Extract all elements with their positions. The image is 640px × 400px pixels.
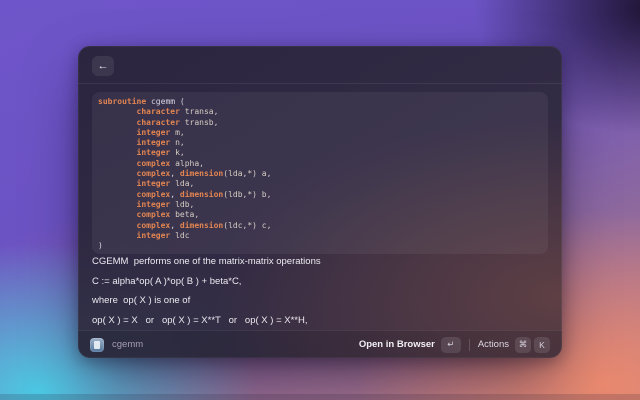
back-arrow-icon: ← — [98, 60, 109, 72]
docs-app-icon — [90, 338, 104, 352]
raycast-window: ← subroutine cgemm ( character transa, c… — [78, 46, 562, 358]
code-line: character transa, — [98, 107, 542, 117]
query-label: cgemm — [112, 339, 143, 350]
actions-shortcut: ⌘ K — [515, 337, 550, 353]
code-line: integer lda, — [98, 179, 542, 189]
back-button[interactable]: ← — [92, 56, 114, 76]
doc-line: CGEMM performs one of the matrix-matrix … — [92, 252, 548, 272]
code-line: character transb, — [98, 118, 542, 128]
code-line: subroutine cgemm ( — [98, 97, 542, 107]
code-line: integer k, — [98, 148, 542, 158]
code-line: complex, dimension(ldb,*) b, — [98, 190, 542, 200]
code-line: complex, dimension(ldc,*) c, — [98, 221, 542, 231]
actions-label: Actions — [478, 339, 509, 350]
doc-line: op( X ) = X or op( X ) = X**T or op( X )… — [92, 311, 548, 331]
actions-button[interactable]: Actions ⌘ K — [478, 337, 550, 353]
code-line: complex, dimension(lda,*) a, — [98, 169, 542, 179]
k-key-badge: K — [534, 337, 550, 353]
code-lines: subroutine cgemm ( character transa, cha… — [98, 97, 542, 251]
doc-lines: CGEMM performs one of the matrix-matrix … — [92, 252, 548, 330]
code-line: complex beta, — [98, 210, 542, 220]
enter-key-badge: ↵ — [441, 337, 461, 353]
doc-line: C := alpha*op( A )*op( B ) + beta*C, — [92, 272, 548, 292]
doc-line: where op( X ) is one of — [92, 291, 548, 311]
command-key-badge: ⌘ — [515, 337, 531, 353]
code-line: complex alpha, — [98, 159, 542, 169]
open-in-browser-label: Open in Browser — [359, 339, 435, 350]
code-block: subroutine cgemm ( character transa, cha… — [92, 92, 548, 254]
code-line: integer ldb, — [98, 200, 542, 210]
code-line: integer ldc — [98, 231, 542, 241]
statusbar-actions: Open in Browser ↵ Actions ⌘ K — [359, 337, 550, 353]
open-in-browser-button[interactable]: Open in Browser ↵ — [359, 337, 461, 353]
code-line: ) — [98, 241, 542, 251]
statusbar-divider — [469, 339, 470, 351]
code-line: integer n, — [98, 138, 542, 148]
window-header: ← — [78, 46, 562, 84]
code-line: integer m, — [98, 128, 542, 138]
status-bar: cgemm Open in Browser ↵ Actions ⌘ K — [78, 330, 562, 358]
